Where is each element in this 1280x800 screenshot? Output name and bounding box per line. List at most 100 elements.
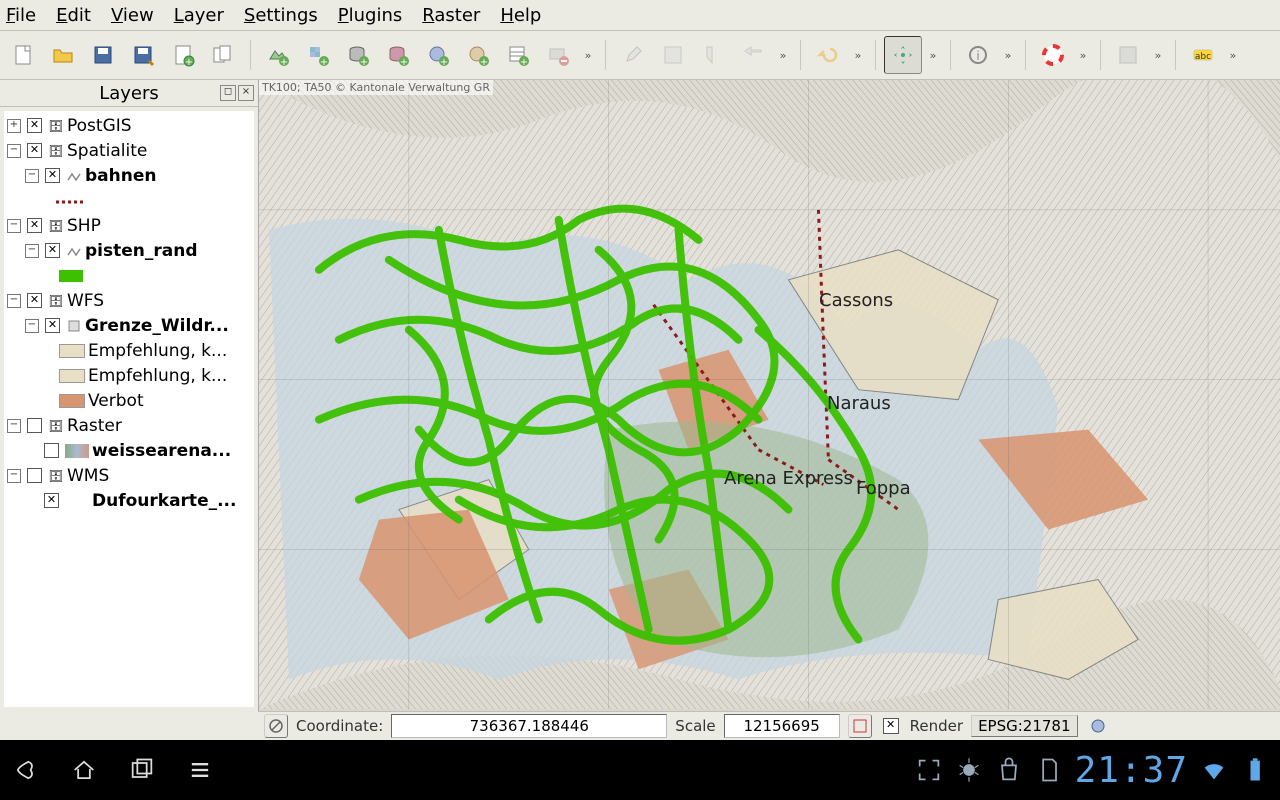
svg-text:+: + [520,57,528,67]
scale-input[interactable] [724,714,840,738]
menu-view[interactable]: View [111,5,154,26]
menu-raster[interactable]: Raster [422,5,480,26]
menu-plugins[interactable]: Plugins [338,5,402,26]
color-swatch [59,369,85,383]
save-project-button[interactable] [84,36,122,74]
svg-text:abc: abc [1195,52,1211,62]
map-canvas[interactable]: TK100; TA50 © Kantonale Verwaltung GR Ca… [259,80,1280,711]
remove-layer-button[interactable] [539,36,577,74]
add-csv-button[interactable]: + [499,36,537,74]
save-edits-button[interactable] [654,36,692,74]
identify-button[interactable]: i [959,36,997,74]
layer-group-shp[interactable]: −✕ 🗄 SHP [4,213,254,238]
add-spatialite-button[interactable]: + [379,36,417,74]
menu-settings[interactable]: Settings [244,5,318,26]
layer-group-wms[interactable]: − 🗄 WMS [4,463,254,488]
toolbar: + + + + + + + + » » » » i » » » abc » [0,31,1280,80]
undo-button[interactable] [809,36,847,74]
render-label: Render [910,717,963,735]
layer-empf2[interactable]: Empfehlung, k... [4,363,254,388]
toolbar-overflow-3[interactable]: » [849,49,867,62]
toolbar-overflow-2[interactable]: » [774,49,792,62]
layer-weissearena[interactable]: weissearena... [4,438,254,463]
labels-button[interactable]: abc [1184,36,1222,74]
toolbar-overflow-1[interactable]: » [579,49,597,62]
polygon-layer-icon [66,318,82,334]
panel-undock-button[interactable]: ◻ [220,85,236,101]
move-feature-button[interactable] [734,36,772,74]
layer-dufour[interactable]: ✕ Dufourkarte_... [4,488,254,513]
db-icon: 🗄 [48,418,64,434]
map-label-arena: Arena Express [724,468,853,489]
map-label-naraus: Naraus [827,393,891,414]
layer-group-postgis[interactable]: +✕ 🗄 PostGIS [4,113,254,138]
toolbar-overflow-5[interactable]: » [999,49,1017,62]
crs-button[interactable]: EPSG:21781 [971,715,1077,737]
add-wfs-button[interactable]: + [459,36,497,74]
new-project-button[interactable] [4,36,42,74]
statusbar: Coordinate: Scale ✕ Render EPSG:21781 [258,711,1280,740]
map-attribution: TK100; TA50 © Kantonale Verwaltung GR [259,80,493,95]
toggle-extents-button[interactable] [848,714,872,738]
panel-close-button[interactable]: × [238,85,254,101]
add-feature-button[interactable] [694,36,732,74]
toolbar-overflow-6[interactable]: » [1074,49,1092,62]
battery-icon [1240,756,1268,784]
layers-panel: Layers ◻ × +✕ 🗄 PostGIS −✕ 🗄 Spatialite [0,80,259,711]
menu-layer[interactable]: Layer [174,5,224,26]
layer-group-raster[interactable]: − 🗄 Raster [4,413,254,438]
georef-button[interactable] [1109,36,1147,74]
back-button[interactable] [12,756,40,784]
add-raster-button[interactable]: + [299,36,337,74]
menu-edit[interactable]: Edit [56,5,91,26]
toolbar-overflow-7[interactable]: » [1149,49,1167,62]
add-postgis-button[interactable]: + [339,36,377,74]
layer-pisten[interactable]: −✕ pisten_rand [4,238,254,263]
add-wms-button[interactable]: + [419,36,457,74]
system-bar: 21:37 [0,740,1280,800]
layer-group-spatialite[interactable]: −✕ 🗄 Spatialite [4,138,254,163]
open-project-button[interactable] [44,36,82,74]
db-icon: 🗄 [48,118,64,134]
debug-icon [955,756,983,784]
menu-help[interactable]: Help [500,5,541,26]
menu-file[interactable]: File [6,5,36,26]
recent-apps-button[interactable] [128,756,156,784]
color-swatch [59,270,83,282]
composer-manager-button[interactable] [204,36,242,74]
layer-label: Spatialite [67,141,147,161]
svg-text:+: + [400,57,408,67]
layer-tree[interactable]: +✕ 🗄 PostGIS −✕ 🗄 Spatialite −✕ bahnen [4,111,254,707]
layer-pisten-symbol[interactable] [4,263,254,288]
layer-bahnen[interactable]: −✕ bahnen [4,163,254,188]
svg-text:+: + [480,57,488,67]
svg-text:+: + [440,57,448,67]
layer-verbot[interactable]: Verbot [4,388,254,413]
svg-text:+: + [185,57,193,67]
layer-label: Dufourkarte_... [92,491,236,511]
stop-render-button[interactable] [264,714,288,738]
toolbar-overflow-8[interactable]: » [1224,49,1242,62]
layer-label: pisten_rand [85,241,198,261]
shop-icon [995,756,1023,784]
render-checkbox[interactable]: ✕ [883,718,899,734]
coord-input[interactable] [391,714,667,738]
edit-toggle-button[interactable] [614,36,652,74]
new-composer-button[interactable]: + [164,36,202,74]
home-button[interactable] [70,756,98,784]
layer-empf1[interactable]: Empfehlung, k... [4,338,254,363]
add-vector-button[interactable]: + [259,36,297,74]
layer-label: WMS [67,466,109,486]
pan-button[interactable] [884,36,922,74]
layers-panel-title: Layers ◻ × [0,80,258,107]
help-button[interactable] [1034,36,1072,74]
line-layer-icon [66,168,82,184]
layer-grenze[interactable]: −✕ Grenze_Wildr... [4,313,254,338]
fullscreen-icon[interactable] [915,756,943,784]
save-as-button[interactable] [124,36,162,74]
menu-button[interactable] [186,756,214,784]
toolbar-overflow-4[interactable]: » [924,49,942,62]
layer-bahnen-symbol[interactable] [4,188,254,213]
crs-picker-button[interactable] [1086,714,1110,738]
layer-group-wfs[interactable]: −✕ 🗄 WFS [4,288,254,313]
